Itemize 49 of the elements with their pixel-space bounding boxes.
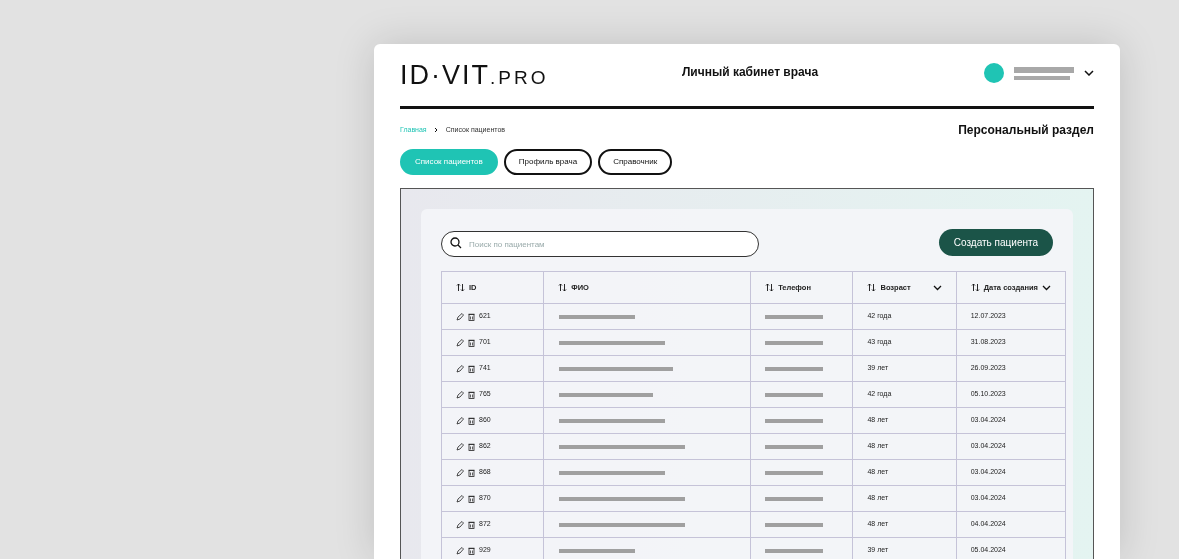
- redacted-phone: [765, 392, 824, 397]
- trash-icon[interactable]: [468, 364, 475, 373]
- redacted-phone: [765, 418, 824, 423]
- sort-icon[interactable]: [765, 283, 775, 292]
- redacted-username: [1014, 66, 1074, 80]
- redacted-phone: [765, 366, 824, 371]
- trash-icon[interactable]: [468, 338, 475, 347]
- pencil-icon[interactable]: [456, 338, 464, 347]
- chevron-down-icon[interactable]: [1042, 284, 1051, 291]
- logo: ID·VIT.PRO: [400, 58, 550, 92]
- redacted-phone: [765, 314, 824, 319]
- trash-icon[interactable]: [468, 416, 475, 425]
- trash-icon[interactable]: [468, 312, 475, 321]
- pencil-icon[interactable]: [456, 416, 464, 425]
- trash-icon[interactable]: [468, 546, 475, 555]
- tab[interactable]: Профиль врача: [503, 149, 593, 175]
- trash-icon[interactable]: [468, 520, 475, 529]
- avatar: [984, 63, 1004, 83]
- sort-icon[interactable]: [456, 283, 465, 292]
- chevron-down-icon[interactable]: [932, 284, 942, 291]
- redacted-phone: [765, 340, 824, 345]
- pencil-icon[interactable]: [456, 390, 464, 399]
- search-icon: [450, 236, 462, 249]
- search-field[interactable]: Поиск по пациентам: [441, 231, 759, 257]
- create-patient-button[interactable]: Создать пациента: [938, 229, 1053, 256]
- sort-icon[interactable]: [558, 283, 568, 292]
- pencil-icon[interactable]: [456, 312, 464, 321]
- pencil-icon[interactable]: [456, 442, 464, 451]
- trash-icon[interactable]: [468, 442, 475, 451]
- section-title: Персональный раздел: [958, 122, 1094, 139]
- pencil-icon[interactable]: [456, 494, 464, 503]
- redacted-phone: [765, 548, 824, 553]
- chevron-down-icon[interactable]: [1084, 70, 1094, 76]
- trash-icon[interactable]: [468, 390, 475, 399]
- sort-icon[interactable]: [970, 283, 980, 292]
- page-title: Личный кабинет врача: [680, 64, 820, 81]
- redacted-phone: [765, 444, 824, 449]
- sort-icon[interactable]: [867, 283, 877, 292]
- tab[interactable]: Справочник: [598, 149, 673, 175]
- pencil-icon[interactable]: [456, 546, 464, 555]
- redacted-phone: [765, 470, 824, 475]
- redacted-phone: [765, 522, 824, 527]
- trash-icon[interactable]: [468, 468, 475, 477]
- pencil-icon[interactable]: [456, 468, 464, 477]
- trash-icon[interactable]: [468, 494, 475, 503]
- redacted-phone: [765, 496, 824, 501]
- chevron-right-icon: [433, 127, 439, 133]
- pencil-icon[interactable]: [456, 364, 464, 373]
- pencil-icon[interactable]: [456, 520, 464, 529]
